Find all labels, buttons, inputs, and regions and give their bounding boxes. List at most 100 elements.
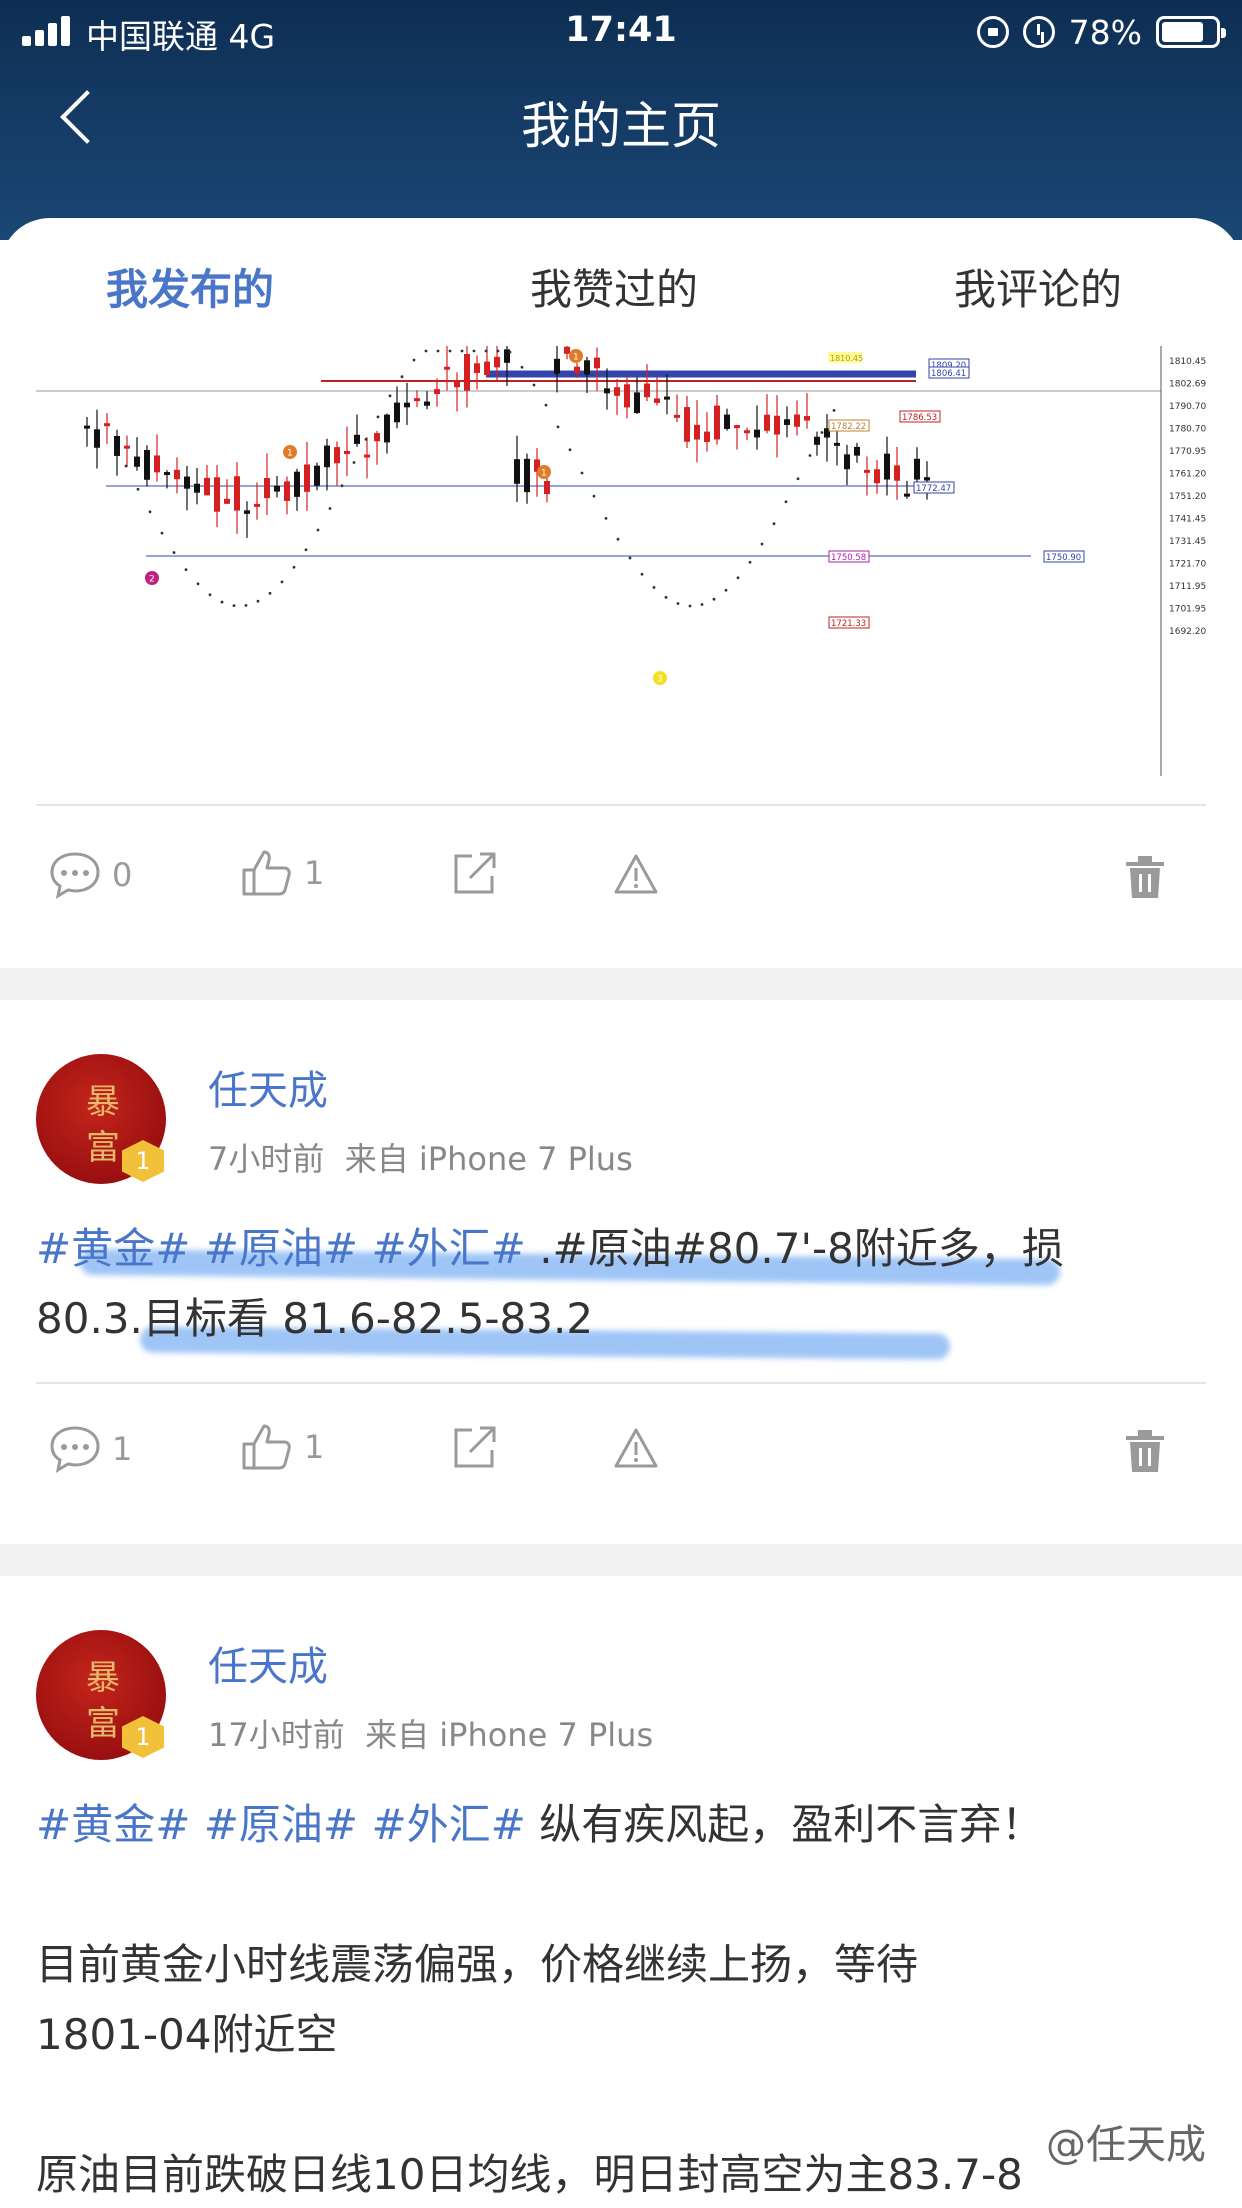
like-count: 1 [304, 854, 325, 892]
chart-candle-body [814, 436, 820, 445]
author-name[interactable]: 任天成 [208, 1634, 328, 1692]
chart-candle-body [734, 425, 740, 429]
post-line: 原油目前跌破日线10日均线，明日封高空为主83.7-8 [36, 2150, 1023, 2199]
chart-candle-body [244, 510, 250, 514]
chart-sar-dot [496, 349, 500, 353]
delete-button[interactable] [1124, 1428, 1166, 1474]
chart-price-label: 1721.70 [1169, 560, 1206, 570]
chart-candle-body [184, 476, 190, 489]
chart-sar-dot [256, 599, 260, 603]
warning-icon [614, 854, 658, 894]
chart-sar-dot [352, 461, 356, 464]
chart-candle-body [774, 415, 780, 435]
chart-candle-body [144, 450, 150, 480]
chart-sar-dot [376, 415, 380, 419]
trash-icon [1126, 856, 1164, 898]
chart-level-tag: 1750.58 [831, 553, 866, 563]
chart-candle-body [344, 451, 350, 455]
chart-candle-body [484, 361, 490, 375]
post-tags[interactable]: #黄金# #原油# #外汇# [36, 1800, 526, 1849]
post-line: #黄金# #原油# #外汇# .#原油#80.7'-8附近多，损 [36, 1214, 1206, 1284]
share-button[interactable] [450, 850, 500, 898]
chart-sar-dot [472, 349, 476, 353]
chart-level-tag: 1772.47 [916, 484, 951, 494]
chart-sar-dot [628, 556, 632, 560]
chart-marker-label: 1 [573, 353, 579, 363]
chart-candle-body [324, 445, 330, 468]
chart-candle-body [384, 414, 390, 443]
warning-icon [614, 1428, 658, 1468]
chart-candle-body [114, 435, 120, 456]
chart-sar-dot [832, 408, 836, 412]
chart-candle-body [414, 398, 420, 402]
report-button[interactable] [612, 1426, 660, 1470]
chart-candle-body [614, 387, 620, 396]
chart-sar-dot [436, 349, 440, 353]
chart-sar-dot [424, 349, 428, 353]
chart-candle-body [94, 429, 100, 448]
tab-my-comments[interactable]: 我评论的 [954, 256, 1122, 317]
avatar-char: 富 [86, 1704, 120, 1744]
share-icon [454, 852, 496, 894]
candlestick-chart: 1810.45 1802.69 1790.70 1780.70 1770.95 1761.… [36, 346, 1206, 776]
comment-count: 0 [112, 856, 133, 894]
chart-sar-dot [220, 600, 224, 604]
section-gap [0, 1544, 1242, 1576]
chart-candle-body [204, 477, 210, 496]
chart-sar-dot [820, 431, 824, 434]
chart-candle-body [164, 472, 170, 476]
delete-button[interactable] [1124, 854, 1166, 900]
nav-bar: 我的主页 [0, 62, 1242, 172]
chart-sar-dot [160, 531, 164, 535]
comment-icon [50, 1426, 100, 1474]
chart-sar-dot [688, 604, 692, 608]
chart-price-label: 1810.45 [1169, 357, 1206, 367]
share-button[interactable] [450, 1424, 500, 1472]
chart-sar-dot [196, 582, 200, 586]
chart-candle-body [254, 503, 260, 507]
post-tags[interactable]: #黄金# #原油# #外汇# [36, 1224, 526, 1273]
author-name[interactable]: 任天成 [208, 1058, 328, 1116]
post-chart-image[interactable]: 1810.45 1802.69 1790.70 1780.70 1770.95 1761.… [36, 346, 1206, 776]
chart-candle-body [494, 356, 500, 368]
comment-button[interactable]: 1 [48, 1424, 132, 1474]
chart-price-label: 1692.20 [1169, 627, 1206, 637]
chart-sar-dot [808, 454, 812, 457]
chart-sar-dot [484, 349, 488, 353]
chart-candle-body [294, 471, 300, 497]
chart-candle-body [424, 401, 430, 406]
chart-candle-body [474, 363, 480, 373]
chart-sar-dot [400, 375, 404, 379]
post-line: #黄金# #原油# #外汇# 纵有疾风起，盈利不言弃！ [36, 1790, 1206, 1860]
chart-candle-body [914, 458, 920, 480]
share-icon [454, 1426, 496, 1468]
section-gap [0, 968, 1242, 1000]
chart-candle-body [884, 453, 890, 480]
chart-sar-dot [556, 425, 560, 429]
like-count: 1 [304, 1428, 325, 1466]
like-button[interactable]: 1 [240, 848, 324, 898]
chart-sar-dot [784, 500, 788, 504]
chart-candle-body [354, 434, 360, 444]
comment-button[interactable]: 0 [48, 850, 132, 900]
chart-candle-body [404, 402, 410, 408]
chart-price-label: 1731.45 [1169, 537, 1206, 547]
chart-candle-body [584, 360, 590, 375]
chart-marker-label: 1 [287, 449, 293, 459]
chart-sar-dot [208, 593, 212, 597]
report-button[interactable] [612, 852, 660, 896]
chart-sar-dot [760, 542, 764, 546]
chart-sar-dot [520, 365, 524, 369]
chart-sar-dot [664, 595, 668, 599]
post-line: 1801-04附近空 [36, 2010, 338, 2059]
chart-sar-dot [244, 603, 248, 607]
tab-my-posts[interactable]: 我发布的 [106, 256, 274, 317]
chart-sar-dot [772, 522, 776, 526]
like-button[interactable]: 1 [240, 1422, 324, 1472]
chart-candle-body [744, 430, 750, 434]
chart-price-label: 1751.20 [1169, 492, 1206, 502]
post-time: 7小时前 [208, 1140, 325, 1178]
tab-bar: 我发布的 我赞过的 我评论的 [0, 218, 1242, 348]
tab-my-likes[interactable]: 我赞过的 [530, 256, 698, 317]
chart-candle-body [594, 357, 600, 369]
